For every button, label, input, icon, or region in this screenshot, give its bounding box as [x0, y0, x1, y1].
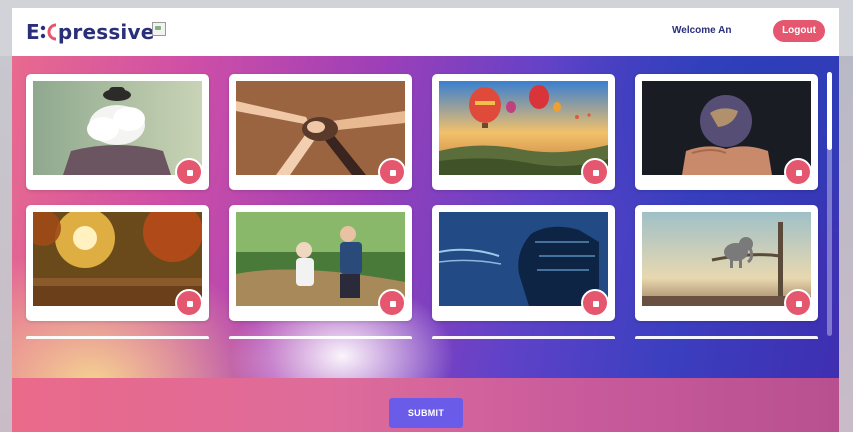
gallery-card[interactable] [432, 74, 615, 190]
window-edge-right [839, 56, 853, 432]
gallery-card[interactable] [635, 205, 818, 321]
gallery-card-partial[interactable] [229, 336, 412, 339]
gallery-card[interactable] [26, 74, 209, 190]
photo-cloud-head [33, 81, 202, 175]
stop-button[interactable] [175, 158, 203, 186]
logo-x-mark [40, 22, 58, 42]
photo-hot-air-balloons [439, 81, 608, 175]
photo-joined-hands [236, 81, 405, 175]
stop-button[interactable] [378, 158, 406, 186]
gallery-card[interactable] [229, 205, 412, 321]
gallery-card-partial[interactable] [26, 336, 209, 339]
gallery-card-partial[interactable] [635, 336, 818, 339]
scrollbar-thumb[interactable] [827, 72, 832, 150]
photo-senior-couple-jogging [236, 212, 405, 306]
gallery-card[interactable] [229, 74, 412, 190]
stop-button[interactable] [581, 289, 609, 317]
broken-image-icon [152, 22, 166, 36]
photo-elephant-on-branch [642, 212, 811, 306]
stop-button[interactable] [784, 289, 812, 317]
stop-button[interactable] [378, 289, 406, 317]
gallery-area [12, 56, 839, 378]
gallery-card[interactable] [432, 205, 615, 321]
stop-button[interactable] [581, 158, 609, 186]
gallery-card[interactable] [26, 205, 209, 321]
logo-prefix: E [26, 20, 40, 44]
photo-hands-holding-earth [642, 81, 811, 175]
logo-suffix: pressive [57, 20, 155, 44]
gallery-scrollbar[interactable] [827, 72, 832, 336]
logout-button[interactable]: Logout [773, 20, 825, 42]
stop-button[interactable] [784, 158, 812, 186]
app-logo[interactable]: E pressive [26, 19, 155, 45]
gallery-card[interactable] [635, 74, 818, 190]
welcome-text: Welcome An [672, 25, 732, 36]
footer-bar: SUBMIT [12, 378, 839, 432]
top-header: E pressive Welcome An Logout [12, 8, 839, 56]
photo-autumn-forest [33, 212, 202, 306]
stop-button[interactable] [175, 289, 203, 317]
submit-button[interactable]: SUBMIT [389, 398, 463, 428]
window-edge-left [0, 56, 12, 432]
photo-digital-face [439, 212, 608, 306]
gallery-card-partial[interactable] [432, 336, 615, 339]
